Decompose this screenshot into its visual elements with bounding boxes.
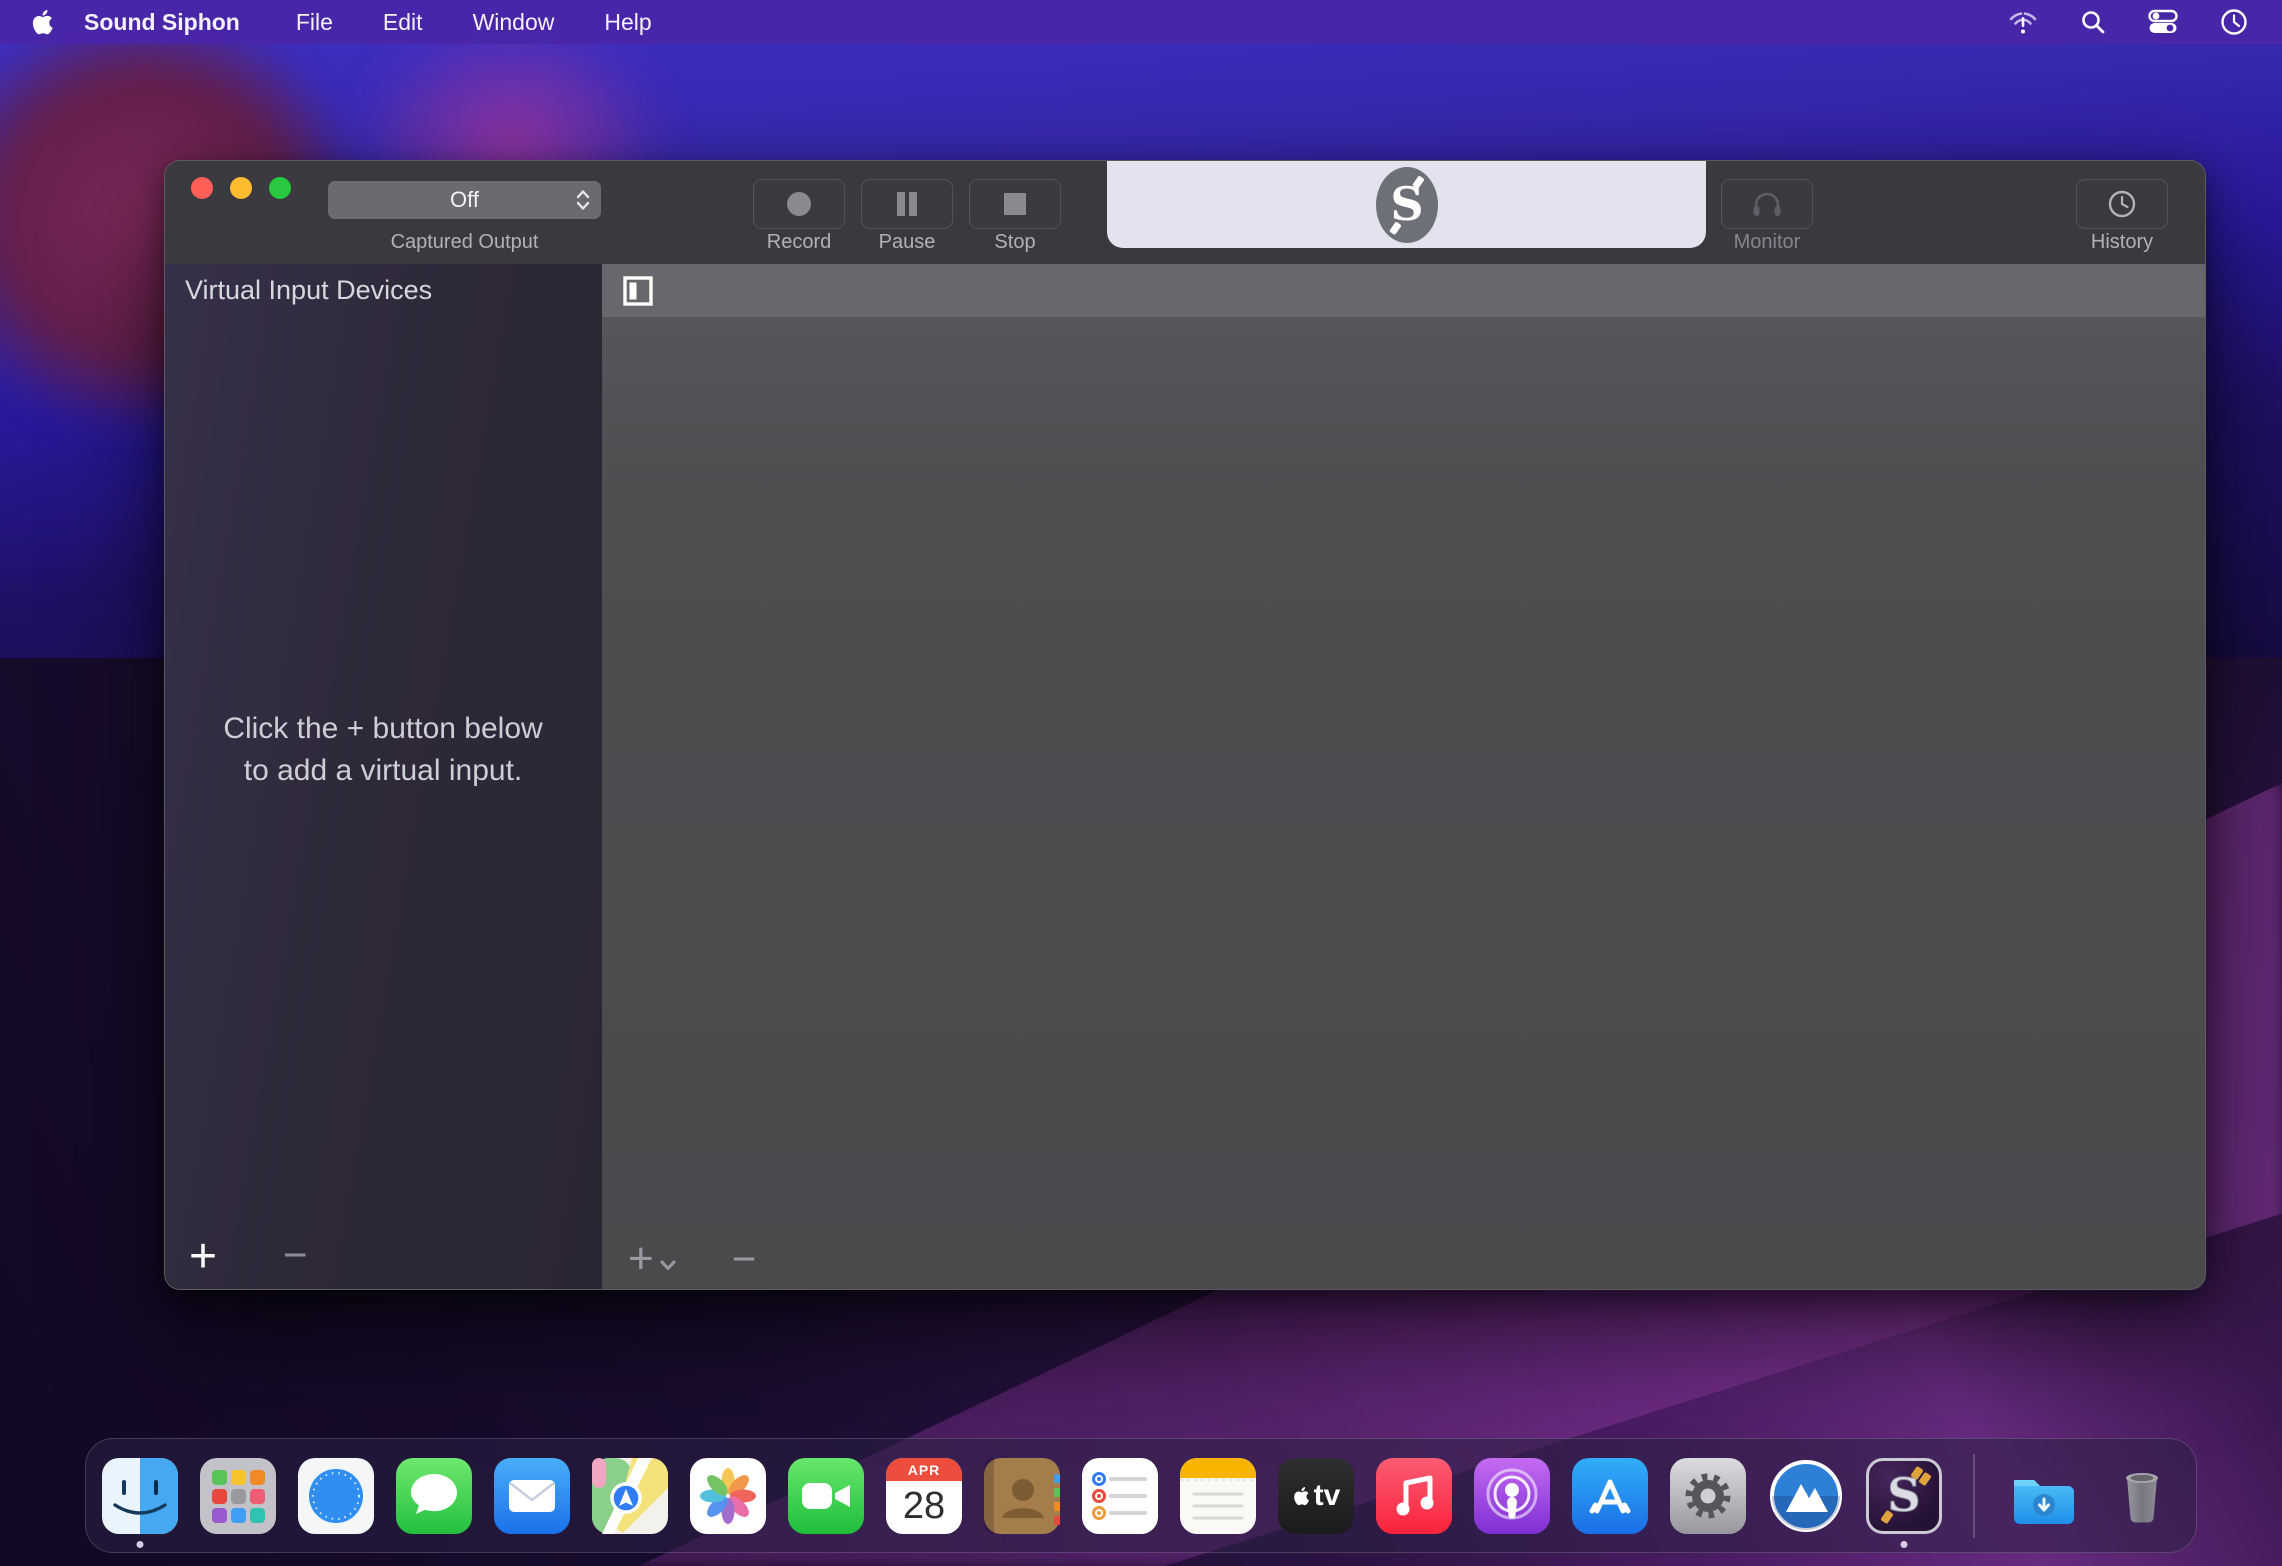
running-indicator	[137, 1541, 144, 1548]
captured-output-dropdown[interactable]: Off	[328, 181, 601, 219]
stop-icon	[1002, 191, 1028, 217]
sidebar-bottom-bar: + −	[165, 1219, 602, 1289]
menu-edit[interactable]: Edit	[383, 9, 423, 36]
dock-icon-safari[interactable]	[298, 1458, 374, 1534]
dock-icon-system-preferences[interactable]	[1670, 1458, 1746, 1534]
remove-virtual-input-button[interactable]: −	[283, 1234, 308, 1276]
clock-icon[interactable]	[2220, 8, 2248, 36]
running-indicator	[1901, 1541, 1908, 1548]
sidebar-title: Virtual Input Devices	[165, 264, 602, 317]
remove-item-button[interactable]: −	[732, 1238, 757, 1280]
calendar-month: APR	[886, 1458, 962, 1481]
dock-icon-launchpad[interactable]	[200, 1458, 276, 1534]
menu-app-name[interactable]: Sound Siphon	[84, 9, 240, 36]
dock-icon-music[interactable]	[1376, 1458, 1452, 1534]
dock-icon-podcasts[interactable]	[1474, 1458, 1550, 1534]
sound-siphon-logo: S	[1375, 166, 1439, 244]
dock: APR 28	[85, 1438, 2197, 1553]
close-button[interactable]	[191, 177, 213, 199]
dock-icon-trash[interactable]	[2104, 1458, 2180, 1534]
dock-icon-downloads[interactable]	[2006, 1458, 2082, 1534]
dock-icon-mountain-app[interactable]	[1768, 1458, 1844, 1534]
stepper-chevrons-icon	[575, 188, 591, 212]
main-content-area: + −	[602, 264, 2205, 1289]
headphones-icon	[1751, 189, 1783, 219]
menu-bar: Sound Siphon File Edit Window Help	[0, 0, 2282, 44]
virtual-inputs-sidebar: Virtual Input Devices Click the + button…	[165, 264, 602, 1289]
dock-icon-app-store[interactable]	[1572, 1458, 1648, 1534]
pause-icon	[894, 190, 920, 218]
content-bottom-bar: + −	[628, 1237, 756, 1281]
search-icon[interactable]	[2080, 9, 2106, 35]
dock-icon-apple-tv[interactable]: tv	[1278, 1458, 1354, 1534]
dock-icon-finder[interactable]	[102, 1458, 178, 1534]
add-item-button[interactable]: +	[628, 1237, 654, 1281]
wifi-alert-icon[interactable]	[2008, 8, 2038, 36]
add-virtual-input-button[interactable]: +	[189, 1233, 217, 1281]
dock-icon-calendar[interactable]: APR 28	[886, 1458, 962, 1534]
sidebar-empty-message: Click the + button below to add a virtua…	[213, 708, 553, 792]
dock-icon-maps[interactable]	[592, 1458, 668, 1534]
monitor-button[interactable]	[1721, 179, 1813, 229]
chevron-down-icon[interactable]	[660, 1260, 676, 1271]
sound-siphon-logo-panel: S	[1107, 161, 1706, 248]
stop-button[interactable]	[969, 179, 1061, 229]
dock-icon-sound-siphon[interactable]: S	[1866, 1458, 1942, 1534]
sound-siphon-window: Off Captured Output Record Pause	[164, 160, 2206, 1290]
pause-label: Pause	[861, 231, 953, 254]
zoom-button[interactable]	[269, 177, 291, 199]
history-clock-icon	[2107, 189, 2137, 219]
dock-separator	[1973, 1454, 1975, 1538]
sidebar-toggle-button[interactable]	[622, 275, 654, 307]
dock-icon-photos[interactable]	[690, 1458, 766, 1534]
captured-output-value: Off	[450, 187, 479, 213]
dock-icon-mail[interactable]	[494, 1458, 570, 1534]
menu-file[interactable]: File	[296, 9, 333, 36]
record-label: Record	[753, 231, 845, 254]
dock-icon-facetime[interactable]	[788, 1458, 864, 1534]
sound-siphon-s-cable: S	[1875, 1465, 1933, 1527]
panel-left-icon	[622, 275, 654, 307]
dock-icon-notes[interactable]	[1180, 1458, 1256, 1534]
apple-tv-label: tv	[1314, 1479, 1341, 1513]
minimize-button[interactable]	[230, 177, 252, 199]
apple-logo-icon	[1292, 1485, 1310, 1507]
dock-icon-messages[interactable]	[396, 1458, 472, 1534]
history-button[interactable]	[2076, 179, 2168, 229]
apple-menu[interactable]	[30, 8, 54, 36]
captured-output-label: Captured Output	[328, 231, 601, 254]
dock-icon-contacts[interactable]	[984, 1458, 1060, 1534]
dock-icon-reminders[interactable]	[1082, 1458, 1158, 1534]
history-label: History	[2076, 231, 2168, 254]
apple-logo-icon	[30, 8, 54, 36]
calendar-day: 28	[886, 1481, 962, 1531]
desktop: Sound Siphon File Edit Window Help	[0, 0, 2282, 1566]
monitor-label: Monitor	[1721, 231, 1813, 254]
record-icon	[784, 189, 814, 219]
menu-help[interactable]: Help	[604, 9, 651, 36]
control-center-icon[interactable]	[2148, 9, 2178, 35]
pause-button[interactable]	[861, 179, 953, 229]
window-toolbar: Off Captured Output Record Pause	[165, 161, 2205, 264]
record-button[interactable]	[753, 179, 845, 229]
content-header-bar	[602, 264, 2205, 317]
stop-label: Stop	[969, 231, 1061, 254]
menu-window[interactable]: Window	[473, 9, 555, 36]
